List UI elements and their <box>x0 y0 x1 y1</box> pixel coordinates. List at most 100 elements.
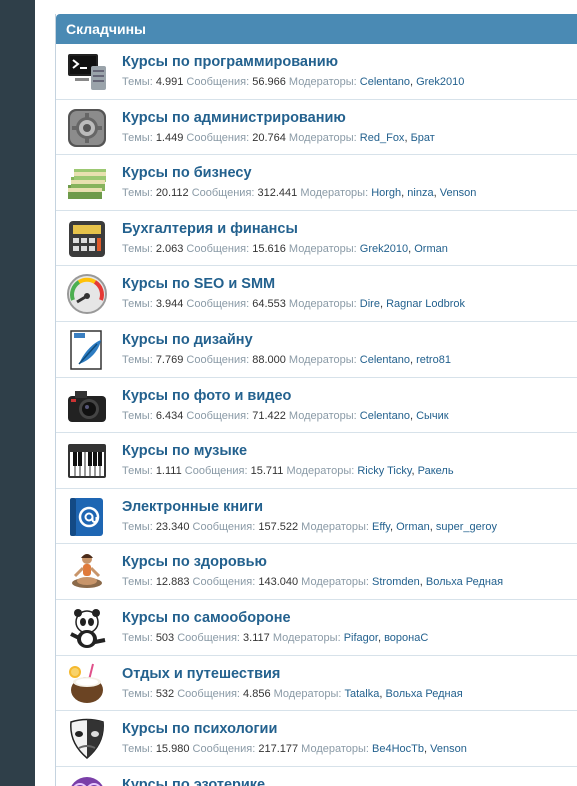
moderator-link[interactable]: Celentano <box>360 76 410 88</box>
moderator-link[interactable]: Ricky Ticky <box>357 465 411 477</box>
forum-title-link[interactable]: Отдых и путешествия <box>122 666 280 682</box>
messages-count: 88.000 <box>252 353 286 366</box>
messages-count: 20.764 <box>252 131 286 144</box>
address-book-icon[interactable] <box>65 495 109 539</box>
forum-title-link[interactable]: Бухгалтерия и финансы <box>122 221 298 237</box>
topics-label: Темы: <box>122 131 156 144</box>
forum-row: Курсы по эзотерике <box>56 767 577 786</box>
moderator-link[interactable]: Ракель <box>418 465 454 477</box>
forum-title-link[interactable]: Курсы по бизнесу <box>122 165 252 181</box>
forum-title-link[interactable]: Курсы по SEO и SMM <box>122 276 275 292</box>
forum-title-link[interactable]: Курсы по программированию <box>122 54 338 70</box>
topics-count: 3.944 <box>155 298 184 311</box>
esoteric-icon[interactable] <box>65 773 109 786</box>
moderator-link[interactable]: Orman <box>414 243 448 255</box>
topics-count: 23.340 <box>155 520 190 533</box>
topics-label: Темы: <box>122 409 156 422</box>
forum-row: Курсы по музыке Темы: 1.111 Сообщения: 15… <box>56 433 577 489</box>
topics-count: 15.980 <box>155 743 190 756</box>
moderator-link[interactable]: Red_Fox <box>360 132 405 144</box>
piano-icon[interactable] <box>65 439 109 483</box>
moderator-link[interactable]: Dire <box>360 298 380 310</box>
moderator-link[interactable]: Orman <box>396 521 430 533</box>
forum-title-link[interactable]: Курсы по эзотерике <box>122 777 265 786</box>
yoga-icon[interactable] <box>65 550 109 594</box>
messages-label: Сообщения: <box>183 298 253 311</box>
forum-title-link[interactable]: Курсы по дизайну <box>122 332 253 348</box>
messages-count: 4.856 <box>243 687 271 700</box>
moderators-label: Модераторы: <box>285 298 360 311</box>
gauge-icon[interactable] <box>65 272 109 316</box>
moderator-link[interactable]: super_geroy <box>436 521 497 533</box>
moderator-link[interactable]: Celentano <box>360 410 410 422</box>
topics-count: 6.434 <box>155 409 184 422</box>
moderator-link[interactable]: Venson <box>440 187 477 199</box>
moderator-link[interactable]: Брат <box>411 132 435 144</box>
coconut-icon[interactable] <box>65 662 109 706</box>
money-icon[interactable] <box>65 161 109 205</box>
camera-icon[interactable] <box>65 384 109 428</box>
moderators-label: Модераторы: <box>285 409 360 422</box>
moderator-link[interactable]: Grek2010 <box>360 243 408 255</box>
messages-count: 56.966 <box>252 76 286 88</box>
forum-stats: Темы: 1.111 Сообщения: 15.711 Модераторы… <box>122 465 454 477</box>
topics-label: Темы: <box>122 465 156 478</box>
topics-label: Темы: <box>122 76 156 88</box>
gear-icon[interactable] <box>65 106 109 150</box>
forum-title-link[interactable]: Электронные книги <box>122 499 263 515</box>
forum-title-link[interactable]: Курсы по музыке <box>122 443 247 459</box>
moderator-link[interactable]: Вольха Редная <box>385 688 462 700</box>
moderator-link[interactable]: Be4HocTb <box>372 743 424 755</box>
forum-list: Курсы по программированию Темы: 4.991 Соо… <box>56 44 577 786</box>
forum-row: Бухгалтерия и финансы Темы: 2.063 Сообщен… <box>56 211 577 267</box>
moderator-link[interactable]: ninza <box>407 187 433 199</box>
messages-label: Сообщения: <box>183 409 253 422</box>
moderators-label: Модераторы: <box>298 576 373 589</box>
forum-title-link[interactable]: Курсы по фото и видео <box>122 388 291 404</box>
forum-row: Курсы по администрированию Темы: 1.449 Со… <box>56 100 577 156</box>
panda-icon[interactable] <box>65 606 109 650</box>
forum-title-link[interactable]: Курсы по администрированию <box>122 110 346 126</box>
forum-row: Курсы по здоровью Темы: 12.883 Сообщения:… <box>56 544 577 600</box>
messages-count: 217.177 <box>258 743 299 756</box>
moderator-link[interactable]: Вольха Редная <box>426 576 503 588</box>
moderator-link[interactable]: Effy <box>372 521 390 533</box>
topics-label: Темы: <box>122 687 156 700</box>
forum-title-link[interactable]: Курсы по самообороне <box>122 610 291 626</box>
moderator-link[interactable]: Ragnar Lodbrok <box>386 298 465 310</box>
mask-icon[interactable] <box>65 717 109 761</box>
moderators-label: Модераторы: <box>285 353 360 366</box>
topics-label: Темы: <box>122 743 156 756</box>
left-sidebar <box>0 0 35 786</box>
category-header[interactable]: Складчины <box>56 14 577 44</box>
moderator-link[interactable]: Horgh <box>371 187 401 199</box>
moderator-link[interactable]: воронаС <box>384 632 428 644</box>
forum-stats: Темы: 6.434 Сообщения: 71.422 Модераторы… <box>122 410 449 422</box>
moderators-label: Модераторы: <box>297 187 372 200</box>
moderators-label: Модераторы: <box>285 131 360 144</box>
forum-row: Электронные книги Темы: 23.340 Сообщения:… <box>56 489 577 545</box>
feather-icon[interactable] <box>65 328 109 372</box>
terminal-icon[interactable] <box>65 50 109 94</box>
moderator-link[interactable]: retro81 <box>416 354 451 366</box>
topics-count: 1.111 <box>155 465 182 478</box>
forum-row: Курсы по программированию Темы: 4.991 Соо… <box>56 44 577 100</box>
moderator-link[interactable]: Celentano <box>360 354 410 366</box>
messages-label: Сообщения: <box>189 743 259 756</box>
moderator-link[interactable]: Grek2010 <box>416 76 464 88</box>
forum-stats: Темы: 12.883 Сообщения: 143.040 Модерато… <box>122 576 503 588</box>
messages-count: 3.117 <box>243 631 270 644</box>
moderator-link[interactable]: Venson <box>430 743 467 755</box>
forum-stats: Темы: 15.980 Сообщения: 217.177 Модерато… <box>122 743 467 755</box>
moderator-link[interactable]: Stromden <box>372 576 420 588</box>
forum-title-link[interactable]: Курсы по здоровью <box>122 554 267 570</box>
topics-label: Темы: <box>122 353 156 366</box>
moderator-link[interactable]: Pifagor <box>344 632 378 644</box>
topics-label: Темы: <box>122 576 156 589</box>
moderator-link[interactable]: Tatalka <box>345 688 380 700</box>
topics-label: Темы: <box>122 631 156 644</box>
forum-title-link[interactable]: Курсы по психологии <box>122 721 277 737</box>
moderator-link[interactable]: Сычик <box>416 410 449 422</box>
calculator-icon[interactable] <box>65 217 109 261</box>
forum-stats: Темы: 4.991 Сообщения: 56.966 Модераторы… <box>122 76 464 88</box>
